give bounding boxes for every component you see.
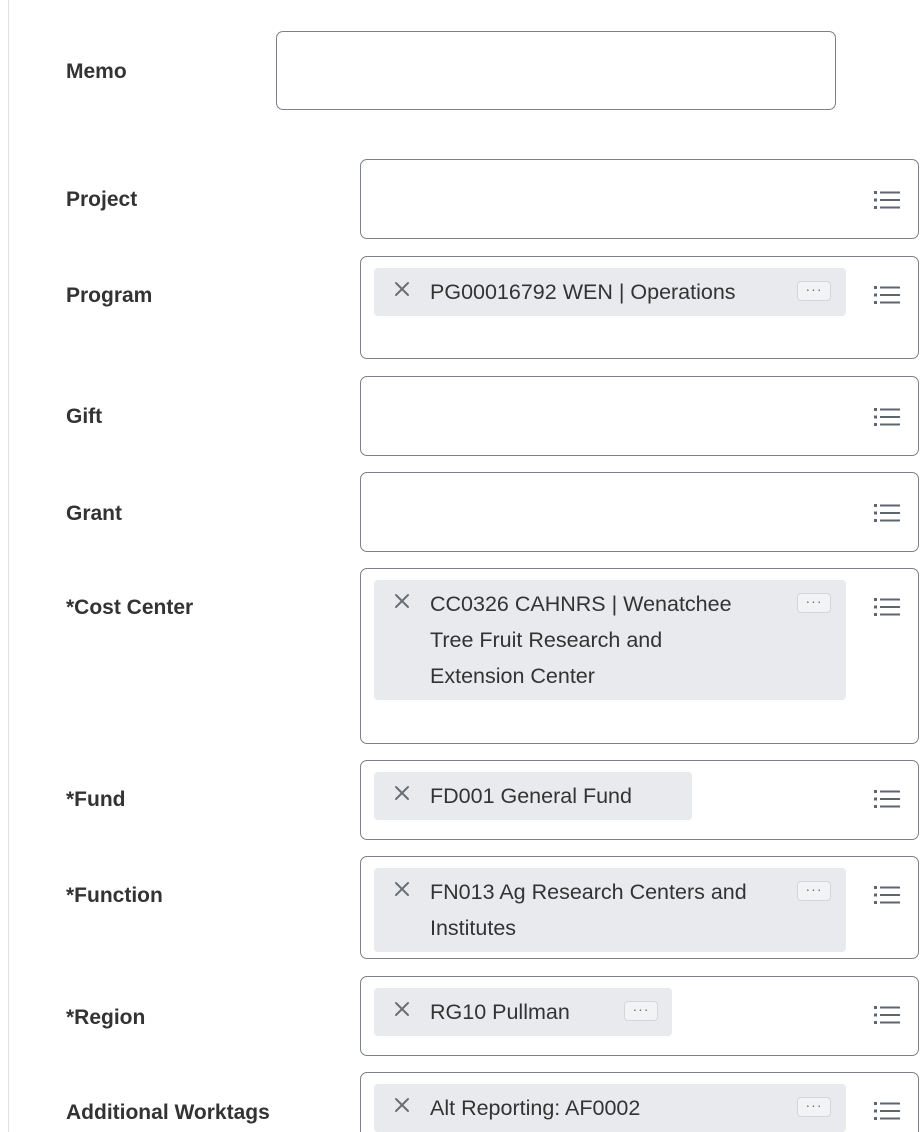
cost-center-field[interactable]: CC0326 CAHNRS | Wenatchee Tree Fruit Res… xyxy=(360,568,919,744)
memo-label: Memo xyxy=(66,60,127,83)
worktags-form: Memo Project Program PG00016792 WEN | Op… xyxy=(0,0,922,1132)
fund-field[interactable]: FD001 General Fund xyxy=(360,760,919,840)
gift-label: Gift xyxy=(66,405,103,428)
project-field[interactable] xyxy=(360,159,919,239)
close-icon[interactable] xyxy=(392,879,412,899)
gift-field[interactable] xyxy=(360,376,919,456)
prompt-list-icon[interactable] xyxy=(874,407,900,427)
program-label: Program xyxy=(66,284,153,307)
program-selected-pill[interactable]: PG00016792 WEN | Operations ··· xyxy=(374,268,846,316)
prompt-list-icon[interactable] xyxy=(874,1005,900,1025)
cost-center-label: *Cost Center xyxy=(66,596,194,619)
fund-label: *Fund xyxy=(66,788,126,811)
grant-label: Grant xyxy=(66,502,123,525)
close-icon[interactable] xyxy=(392,783,412,803)
prompt-list-icon[interactable] xyxy=(874,789,900,809)
more-options-icon[interactable]: ··· xyxy=(797,1097,831,1117)
fund-selected-pill[interactable]: FD001 General Fund xyxy=(374,772,692,820)
additional-worktags-value: Alt Reporting: AF0002 xyxy=(430,1096,641,1120)
prompt-list-icon[interactable] xyxy=(874,285,900,305)
region-value: RG10 Pullman xyxy=(430,1000,570,1024)
more-options-icon[interactable]: ··· xyxy=(797,281,831,301)
prompt-list-icon[interactable] xyxy=(874,190,900,210)
memo-input[interactable] xyxy=(276,31,836,110)
function-field[interactable]: FN013 Ag Research Centers and Institutes… xyxy=(360,856,919,959)
close-icon[interactable] xyxy=(392,999,412,1019)
prompt-list-icon[interactable] xyxy=(874,1101,900,1121)
program-field[interactable]: PG00016792 WEN | Operations ··· xyxy=(360,256,919,359)
prompt-list-icon[interactable] xyxy=(874,885,900,905)
cost-center-selected-pill[interactable]: CC0326 CAHNRS | Wenatchee Tree Fruit Res… xyxy=(374,580,846,700)
more-options-icon[interactable]: ··· xyxy=(624,1001,658,1021)
region-field[interactable]: RG10 Pullman ··· xyxy=(360,976,919,1056)
function-label: *Function xyxy=(66,884,163,907)
more-options-icon[interactable]: ··· xyxy=(797,881,831,901)
region-selected-pill[interactable]: RG10 Pullman ··· xyxy=(374,988,672,1036)
close-icon[interactable] xyxy=(392,1095,412,1115)
region-label: *Region xyxy=(66,1006,146,1029)
close-icon[interactable] xyxy=(392,591,412,611)
additional-worktags-label: Additional Worktags xyxy=(66,1101,270,1124)
prompt-list-icon[interactable] xyxy=(874,503,900,523)
fund-value: FD001 General Fund xyxy=(430,784,632,808)
prompt-list-icon[interactable] xyxy=(874,597,900,617)
project-label: Project xyxy=(66,188,138,211)
additional-worktags-selected-pill[interactable]: Alt Reporting: AF0002 ··· xyxy=(374,1084,846,1132)
function-selected-pill[interactable]: FN013 Ag Research Centers and Institutes… xyxy=(374,868,846,952)
function-value: FN013 Ag Research Centers and Institutes xyxy=(430,880,747,940)
program-value: PG00016792 WEN | Operations xyxy=(430,280,736,304)
more-options-icon[interactable]: ··· xyxy=(797,593,831,613)
close-icon[interactable] xyxy=(392,279,412,299)
divider xyxy=(8,0,9,1132)
grant-field[interactable] xyxy=(360,472,919,552)
cost-center-value: CC0326 CAHNRS | Wenatchee Tree Fruit Res… xyxy=(430,592,732,688)
additional-worktags-field[interactable]: Alt Reporting: AF0002 ··· xyxy=(360,1072,919,1132)
